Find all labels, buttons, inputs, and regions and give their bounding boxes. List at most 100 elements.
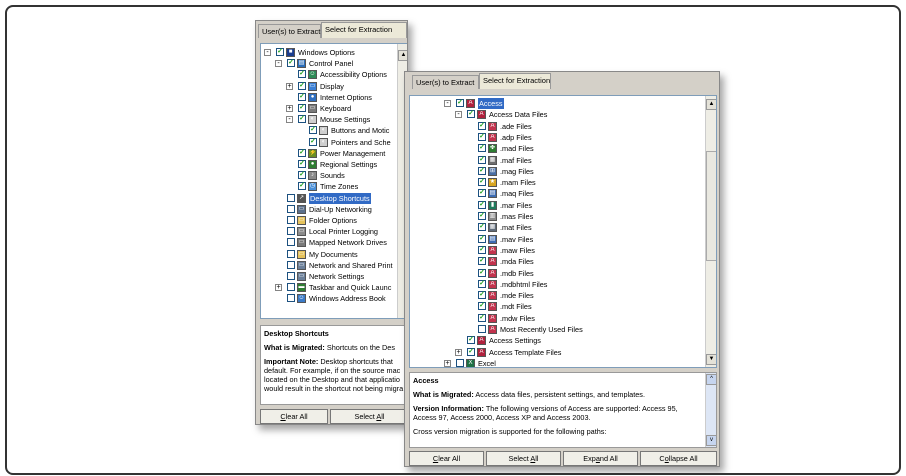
- unchecked-checkbox[interactable]: [478, 325, 486, 333]
- tree-item-label[interactable]: Taskbar and Quick Launc: [309, 282, 391, 293]
- tree-row[interactable]: + ✓ ▭ Keyboard: [261, 103, 407, 114]
- unchecked-checkbox[interactable]: [287, 260, 295, 269]
- tree-row[interactable]: ✓ A .mdt Files: [410, 301, 716, 312]
- tree-row[interactable]: ✓ ▮ .mar Files: [410, 200, 716, 211]
- tree-item-label[interactable]: .mad Files: [500, 143, 534, 154]
- tree-item-label[interactable]: Sounds: [320, 170, 345, 181]
- tree-item-label[interactable]: Buttons and Motic: [331, 125, 389, 136]
- unchecked-checkbox[interactable]: [287, 193, 295, 202]
- collapse-toggle-icon[interactable]: -: [455, 111, 462, 119]
- tree-item-label[interactable]: Accessibility Options: [320, 69, 387, 80]
- checked-checkbox[interactable]: ✓: [478, 166, 486, 175]
- tree-row[interactable]: ✓ ▦ .maf Files: [410, 155, 716, 166]
- tree-item-label[interactable]: Windows Options: [298, 47, 355, 58]
- collapse-toggle-icon[interactable]: -: [286, 116, 293, 124]
- tree-row[interactable]: ✓ ▤ .mav Files: [410, 234, 716, 245]
- tree-row[interactable]: ✓ ● Internet Options: [261, 92, 407, 103]
- unchecked-checkbox[interactable]: [456, 358, 464, 367]
- tree-row[interactable]: ☺ Windows Address Book: [261, 293, 407, 304]
- tree-row[interactable]: ✓ A .mde Files: [410, 290, 716, 301]
- tree-item-label[interactable]: .mag Files: [500, 166, 534, 177]
- checked-checkbox[interactable]: ✓: [276, 48, 284, 56]
- unchecked-checkbox[interactable]: [287, 216, 295, 224]
- checked-checkbox[interactable]: ✓: [309, 137, 317, 146]
- tree-item-label[interactable]: .maq Files: [500, 188, 534, 199]
- checked-checkbox[interactable]: ✓: [478, 302, 486, 311]
- unchecked-checkbox[interactable]: [287, 238, 295, 247]
- tree-item-label[interactable]: .mat Files: [500, 222, 532, 233]
- checked-checkbox[interactable]: ✓: [467, 347, 475, 356]
- tree-row[interactable]: - ✓ ■ Windows Options: [261, 47, 407, 58]
- tree-item-label[interactable]: .mav Files: [500, 234, 533, 245]
- tab-select-for-extraction[interactable]: Select for Extraction: [321, 22, 407, 38]
- tree-item-label[interactable]: .maf Files: [500, 155, 532, 166]
- tree-row[interactable]: ✓ A .maw Files: [410, 245, 716, 256]
- tree-row[interactable]: + X Excel: [410, 358, 716, 367]
- checked-checkbox[interactable]: ✓: [478, 144, 486, 153]
- tree-row[interactable]: ▭ Dial-Up Networking: [261, 204, 407, 215]
- checked-checkbox[interactable]: ✓: [298, 70, 306, 79]
- tree-row[interactable]: ✓ ⚡ Power Management: [261, 148, 407, 159]
- tab-users-to-extract[interactable]: User(s) to Extract: [258, 24, 321, 38]
- tree-row[interactable]: ▭ Folder Options: [261, 215, 407, 226]
- tree-item-label[interactable]: .maw Files: [500, 245, 535, 256]
- tree-item-label[interactable]: Network Settings: [309, 271, 364, 282]
- tree-item-label[interactable]: Windows Address Book: [309, 293, 386, 304]
- tree-row[interactable]: ✓ ▦ .mat Files: [410, 222, 716, 233]
- tree-item-label[interactable]: Time Zones: [320, 181, 358, 192]
- checked-checkbox[interactable]: ✓: [298, 104, 306, 112]
- checked-checkbox[interactable]: ✓: [298, 92, 306, 101]
- collapse-toggle-icon[interactable]: -: [264, 49, 271, 56]
- tree-item-label[interactable]: Most Recently Used Files: [500, 324, 583, 335]
- checked-checkbox[interactable]: ✓: [309, 126, 317, 135]
- tree-item-label[interactable]: Pointers and Sche: [331, 137, 391, 148]
- tree-row[interactable]: ✓ A .mdbhtml Files: [410, 279, 716, 290]
- tree-row[interactable]: ✓ ♪ Sounds: [261, 170, 407, 181]
- unchecked-checkbox[interactable]: [287, 204, 295, 213]
- tree-item-label[interactable]: .mas Files: [500, 211, 533, 222]
- checked-checkbox[interactable]: ✓: [478, 245, 486, 254]
- tree-item-label[interactable]: Power Management: [320, 148, 385, 159]
- checked-checkbox[interactable]: ✓: [298, 81, 306, 90]
- expand-all-button[interactable]: Expand All: [563, 451, 638, 466]
- tree-item-label[interactable]: .mdt Files: [500, 301, 532, 312]
- tree-item-label[interactable]: Local Printer Logging: [309, 226, 378, 237]
- tree-row[interactable]: ✓ A .adp Files: [410, 132, 716, 143]
- collapse-all-button[interactable]: Collapse All: [640, 451, 717, 466]
- checked-checkbox[interactable]: ✓: [478, 189, 486, 198]
- tree-item-label[interactable]: Keyboard: [320, 103, 351, 114]
- unchecked-checkbox[interactable]: [287, 294, 295, 303]
- checked-checkbox[interactable]: ✓: [298, 171, 306, 180]
- tree-item-label[interactable]: Access: [478, 98, 504, 109]
- tree-item-label[interactable]: .ade Files: [500, 121, 532, 132]
- tree-row[interactable]: + ✓ ▭ Display: [261, 81, 407, 92]
- tree-row[interactable]: ✓ ▥ .mas Files: [410, 211, 716, 222]
- tree-row[interactable]: - ✓ A Access: [410, 98, 716, 109]
- unchecked-checkbox[interactable]: [287, 272, 295, 280]
- tree-item-label[interactable]: .mam Files: [500, 177, 536, 188]
- checked-checkbox[interactable]: ✓: [456, 99, 464, 107]
- checked-checkbox[interactable]: ✓: [287, 59, 295, 68]
- expand-toggle-icon[interactable]: +: [286, 105, 293, 112]
- checked-checkbox[interactable]: ✓: [478, 132, 486, 141]
- tree-row[interactable]: ▭ Local Printer Logging: [261, 226, 407, 237]
- tree-row[interactable]: ✓ ◷ Time Zones: [261, 181, 407, 192]
- tree-row[interactable]: ✓ ★ .mam Files: [410, 177, 716, 188]
- tree-row[interactable]: ✓ A Access Settings: [410, 335, 716, 346]
- tree-item-label[interactable]: Control Panel: [309, 58, 353, 69]
- tree-row[interactable]: + ✓ A Access Template Files: [410, 347, 716, 358]
- checked-checkbox[interactable]: ✓: [478, 223, 486, 232]
- tree-item-label[interactable]: Desktop Shortcuts: [309, 192, 371, 204]
- scroll-down-button[interactable]: v: [706, 435, 716, 446]
- tree-row[interactable]: ▭ Network and Shared Print: [261, 260, 407, 271]
- tree-item-label[interactable]: Excel: [478, 358, 496, 367]
- checked-checkbox[interactable]: ✓: [467, 336, 475, 345]
- tree-row[interactable]: ✓ A .ade Files: [410, 121, 716, 132]
- tab-select-for-extraction[interactable]: Select for Extraction: [479, 73, 551, 89]
- tree-item-label[interactable]: .mar Files: [500, 200, 532, 211]
- checked-checkbox[interactable]: ✓: [298, 182, 306, 191]
- expand-toggle-icon[interactable]: +: [444, 359, 451, 367]
- tree-item-label[interactable]: Mapped Network Drives: [309, 237, 387, 248]
- tree-item-label[interactable]: Dial-Up Networking: [309, 204, 372, 215]
- expand-toggle-icon[interactable]: +: [455, 348, 462, 356]
